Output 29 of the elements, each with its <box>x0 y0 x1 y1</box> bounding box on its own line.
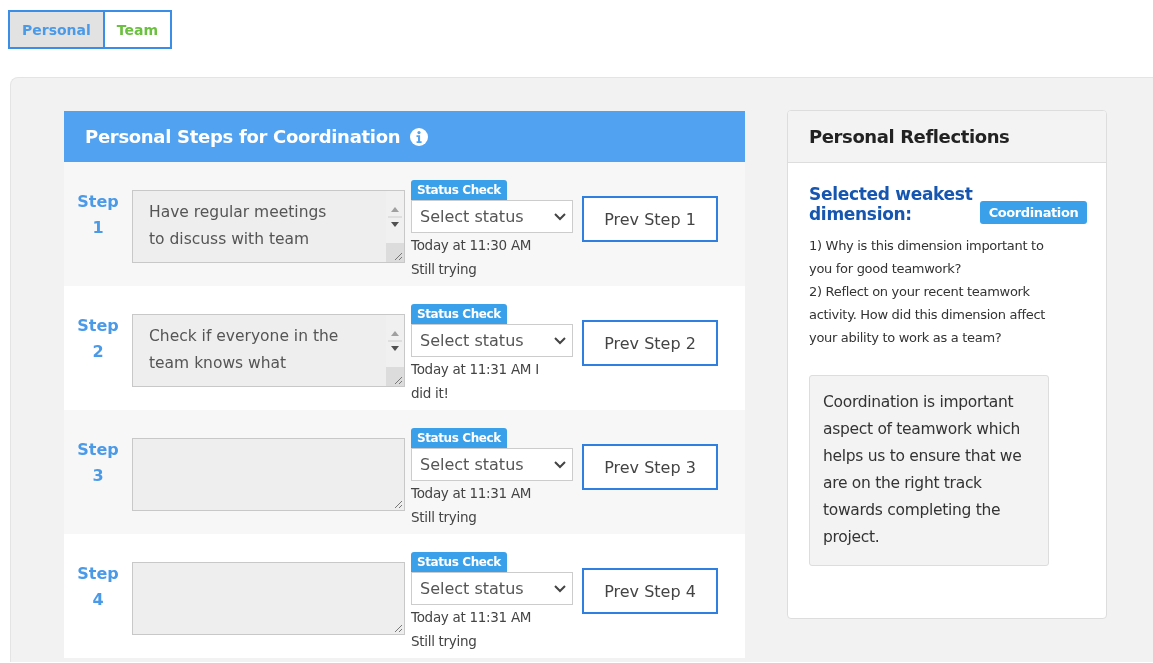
status-dropdown[interactable]: Select status <box>411 324 573 357</box>
status-badge: Status Check <box>411 304 507 324</box>
status-note: Today at 11:30 AM Still trying <box>411 236 533 279</box>
status-dropdown[interactable]: Select status <box>411 448 573 481</box>
prev-step-button[interactable]: Prev Step 4 <box>582 568 718 614</box>
step-label: Step 2 <box>76 315 120 363</box>
reflection-question: 2) Reflect on your recent teamwork activity. How did this dimension affect your ability to work as a team? <box>809 283 1047 347</box>
prev-step-button[interactable]: Prev Step 3 <box>582 444 718 490</box>
status-badge: Status Check <box>411 552 507 572</box>
step-label: Step 1 <box>76 191 120 239</box>
status-badge: Status Check <box>411 428 507 448</box>
status-dropdown[interactable]: Select status <box>411 200 573 233</box>
card-title: Personal Reflections <box>788 111 1106 163</box>
status-note: Today at 11:31 AM Still trying <box>411 484 533 527</box>
status-note: Today at 11:31 AM Still trying <box>411 608 533 651</box>
status-note: Today at 11:31 AM I did it! <box>411 360 540 403</box>
step-label: Step 4 <box>76 563 120 611</box>
dimension-tag: Coordination <box>979 201 1088 224</box>
step-text-field[interactable]: Have regular meetings to discuss with team <box>132 190 405 263</box>
step-text-field[interactable]: Check if everyone in the team knows what <box>132 314 405 387</box>
reflection-answer-field[interactable]: Coordination is important aspect of teamwork which helps us to ensure that we are on the right track towards completing the project. <box>809 375 1049 566</box>
status-dropdown[interactable]: Select status <box>411 572 573 605</box>
dimension-heading: Selected weakest dimension: <box>809 184 974 224</box>
status-badge: Status Check <box>411 180 507 200</box>
prev-step-button[interactable]: Prev Step 1 <box>582 196 718 242</box>
step-label: Step 3 <box>76 439 120 487</box>
prev-step-button[interactable]: Prev Step 2 <box>582 320 718 366</box>
card-title: Personal Steps for Coordination <box>85 126 401 147</box>
reflection-question: 1) Why is this dimension important to you for good teamwork? <box>809 237 1045 278</box>
